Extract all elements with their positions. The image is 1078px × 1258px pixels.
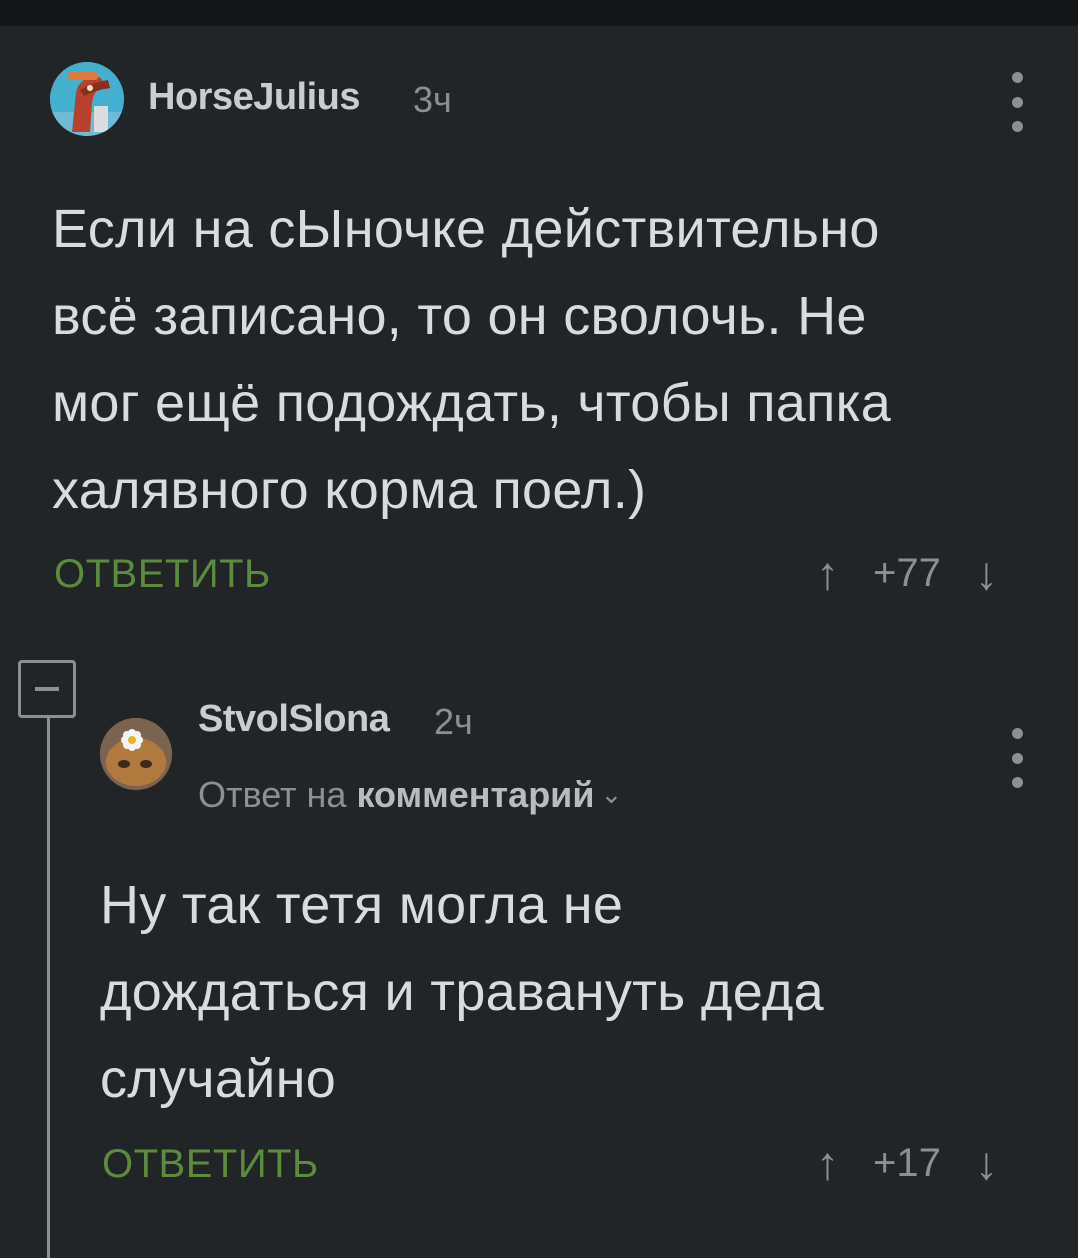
comment-line: случайно	[100, 1049, 337, 1109]
username[interactable]: StvolSlona	[198, 698, 390, 741]
reply-prefix: Ответ на	[198, 774, 347, 815]
kebab-menu-icon[interactable]	[1002, 728, 1032, 788]
arrow-up-icon[interactable]: ↑	[816, 1136, 839, 1190]
timestamp: 2ч	[434, 701, 473, 742]
rating-count: +17	[873, 1140, 941, 1185]
arrow-down-icon[interactable]: ↓	[975, 1136, 998, 1190]
comment-stvolslona: StvolSlona 2ч Ответ на комментарий ⌄ Ну т…	[0, 0, 1078, 1248]
reply-target-link[interactable]: комментарий	[356, 774, 594, 815]
vote-controls: ↑ +17 ↓	[816, 1136, 998, 1190]
cat-icon	[100, 718, 172, 790]
reply-to-info[interactable]: Ответ на комментарий ⌄	[198, 774, 622, 816]
comment-line: Ну так тетя могла не	[100, 875, 624, 935]
reply-button[interactable]: ОТВЕТИТЬ	[102, 1142, 319, 1187]
comment-line: дождаться и травануть деда	[100, 962, 824, 1022]
avatar[interactable]	[100, 718, 172, 790]
comment-text: Ну так тетя могла не дождаться и травану…	[100, 862, 824, 1123]
chevron-down-icon[interactable]: ⌄	[600, 779, 622, 810]
